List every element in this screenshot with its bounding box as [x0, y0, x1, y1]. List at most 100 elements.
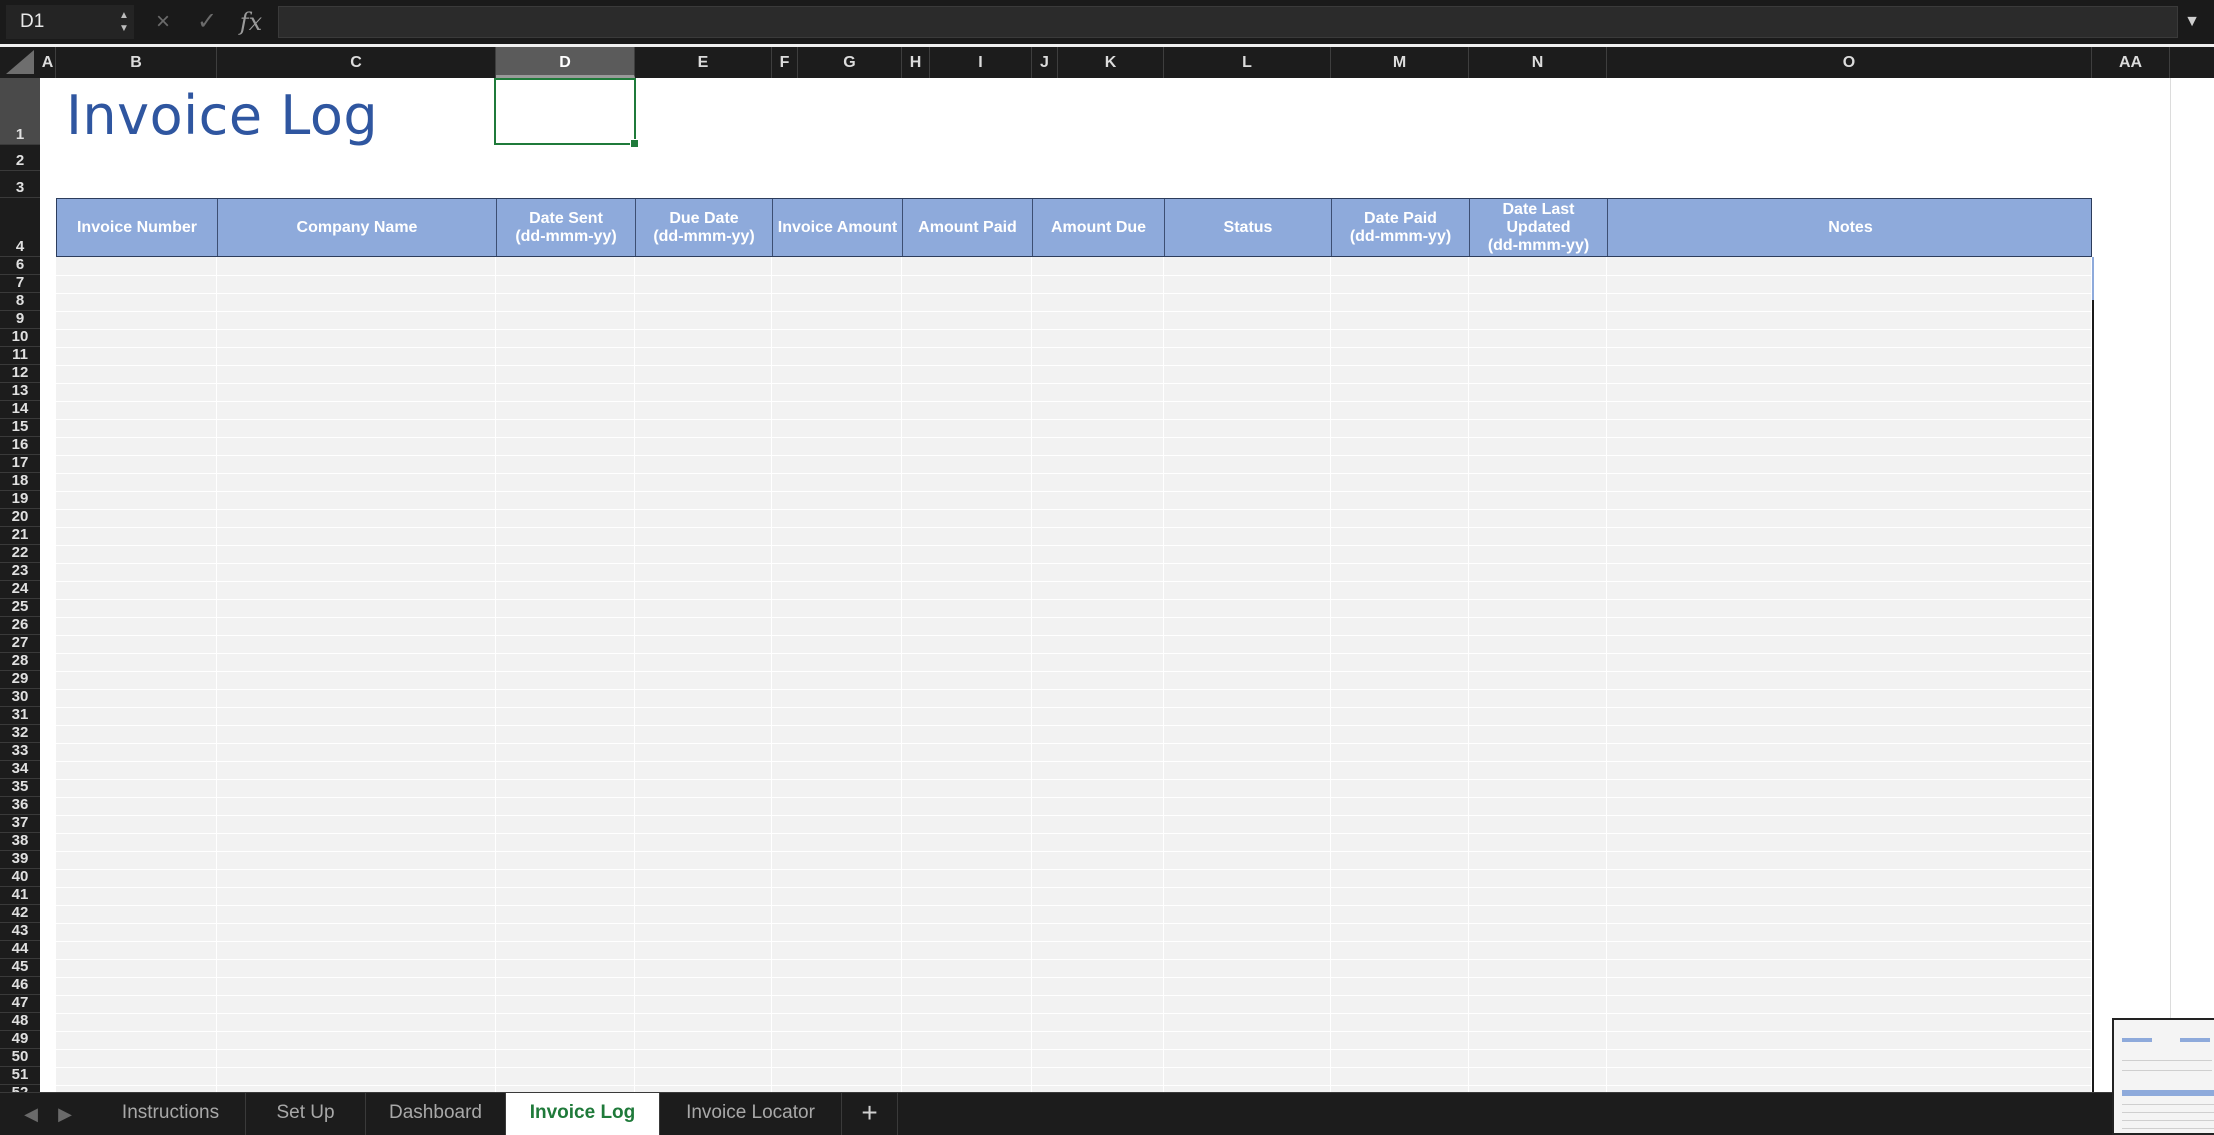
row-header-3[interactable]: 3: [0, 171, 40, 198]
row-header-9[interactable]: 9: [0, 310, 40, 329]
row-header-20[interactable]: 20: [0, 508, 40, 527]
column-header-f[interactable]: F: [772, 47, 798, 78]
table-header-cell[interactable]: Amount Due: [1033, 199, 1165, 256]
row-header-31[interactable]: 31: [0, 706, 40, 725]
row-header-14[interactable]: 14: [0, 400, 40, 419]
table-header-cell[interactable]: Status: [1165, 199, 1332, 256]
row-header-6[interactable]: 6: [0, 256, 40, 275]
table-header-cell[interactable]: Due Date (dd-mmm-yy): [636, 199, 773, 256]
column-header-j[interactable]: J: [1032, 47, 1058, 78]
row-header-24[interactable]: 24: [0, 580, 40, 599]
active-cell-selection[interactable]: [494, 78, 639, 148]
row-header-46[interactable]: 46: [0, 976, 40, 995]
row-header-23[interactable]: 23: [0, 562, 40, 581]
table-header-cell[interactable]: Date Paid (dd-mmm-yy): [1332, 199, 1470, 256]
next-sheet-icon[interactable]: ▶: [52, 1101, 78, 1127]
insert-function-icon[interactable]: fx: [238, 8, 264, 36]
row-header-35[interactable]: 35: [0, 778, 40, 797]
previous-sheet-icon[interactable]: ◀: [18, 1101, 44, 1127]
row-header-39[interactable]: 39: [0, 850, 40, 869]
column-header-h[interactable]: H: [902, 47, 930, 78]
row-header-32[interactable]: 32: [0, 724, 40, 743]
formula-input[interactable]: [278, 6, 2178, 38]
row-header-51[interactable]: 51: [0, 1066, 40, 1085]
table-header-cell[interactable]: Invoice Amount: [773, 199, 903, 256]
row-header-44[interactable]: 44: [0, 940, 40, 959]
row-header-38[interactable]: 38: [0, 832, 40, 851]
table-header-cell[interactable]: Notes: [1608, 199, 2093, 256]
row-header-50[interactable]: 50: [0, 1048, 40, 1067]
worksheet-grid[interactable]: A B C D E F G H I J K L M N O AA 1 2 3 4 6 7 8 9 10 11 12 13 14 15 16…: [0, 44, 2214, 1092]
column-header-aa[interactable]: AA: [2092, 47, 2170, 78]
row-header-15[interactable]: 15: [0, 418, 40, 437]
table-header-cell[interactable]: Amount Paid: [903, 199, 1033, 256]
row-header-1[interactable]: 1: [0, 78, 40, 145]
row-header-42[interactable]: 42: [0, 904, 40, 923]
row-header-47[interactable]: 47: [0, 994, 40, 1013]
column-header-e[interactable]: E: [635, 47, 772, 78]
row-header-12[interactable]: 12: [0, 364, 40, 383]
column-header-m[interactable]: M: [1331, 47, 1469, 78]
cancel-icon[interactable]: ×: [150, 8, 176, 36]
confirm-icon[interactable]: ✓: [194, 8, 220, 36]
row-header-2[interactable]: 2: [0, 145, 40, 171]
row-header-28[interactable]: 28: [0, 652, 40, 671]
sheet-tab-instructions[interactable]: Instructions: [96, 1093, 246, 1135]
row-header-21[interactable]: 21: [0, 526, 40, 545]
row-header-30[interactable]: 30: [0, 688, 40, 707]
sheet-tab-dashboard[interactable]: Dashboard: [366, 1093, 506, 1135]
fill-handle[interactable]: [630, 139, 639, 148]
row-header-29[interactable]: 29: [0, 670, 40, 689]
row-header-45[interactable]: 45: [0, 958, 40, 977]
column-header-b[interactable]: B: [56, 47, 217, 78]
column-header-o[interactable]: O: [1607, 47, 2092, 78]
expand-formula-bar-icon[interactable]: ▼: [2180, 8, 2204, 36]
row-header-16[interactable]: 16: [0, 436, 40, 455]
row-header-18[interactable]: 18: [0, 472, 40, 491]
row-header-11[interactable]: 11: [0, 346, 40, 365]
row-header-10[interactable]: 10: [0, 328, 40, 347]
row-header-41[interactable]: 41: [0, 886, 40, 905]
name-box-value: D1: [20, 11, 45, 32]
column-header-k[interactable]: K: [1058, 47, 1164, 78]
column-header-i[interactable]: I: [930, 47, 1032, 78]
select-all-corner-icon[interactable]: [6, 50, 34, 74]
row-header-25[interactable]: 25: [0, 598, 40, 617]
row-header-43[interactable]: 43: [0, 922, 40, 941]
row-header-22[interactable]: 22: [0, 544, 40, 563]
invoice-table-body[interactable]: [56, 257, 2092, 1092]
row-header-36[interactable]: 36: [0, 796, 40, 815]
table-header-cell[interactable]: Company Name: [218, 199, 497, 256]
row-header-7[interactable]: 7: [0, 274, 40, 293]
column-header-d[interactable]: D: [496, 47, 635, 78]
name-box-stepper-icon[interactable]: ▲ ▼: [118, 9, 130, 35]
row-header-37[interactable]: 37: [0, 814, 40, 833]
row-header-17[interactable]: 17: [0, 454, 40, 473]
row-header-52[interactable]: 52: [0, 1084, 40, 1092]
sheet-tab-invoice-locator[interactable]: Invoice Locator: [660, 1093, 842, 1135]
column-header-a[interactable]: A: [40, 47, 56, 78]
table-header-cell[interactable]: Date Last Updated (dd-mmm-yy): [1470, 199, 1608, 256]
row-header-49[interactable]: 49: [0, 1030, 40, 1049]
column-header-l[interactable]: L: [1164, 47, 1331, 78]
row-header-13[interactable]: 13: [0, 382, 40, 401]
column-header-g[interactable]: G: [798, 47, 902, 78]
row-header-4[interactable]: 4: [0, 198, 40, 257]
row-header-48[interactable]: 48: [0, 1012, 40, 1031]
sheet-tab-invoice-log[interactable]: Invoice Log: [506, 1093, 660, 1135]
sheet-preview-thumbnail[interactable]: [2112, 1018, 2214, 1135]
row-header-26[interactable]: 26: [0, 616, 40, 635]
row-header-8[interactable]: 8: [0, 292, 40, 311]
row-header-33[interactable]: 33: [0, 742, 40, 761]
name-box[interactable]: D1 ▲ ▼: [6, 5, 134, 39]
row-header-40[interactable]: 40: [0, 868, 40, 887]
add-sheet-button[interactable]: +: [842, 1093, 898, 1135]
sheet-tab-set-up[interactable]: Set Up: [246, 1093, 366, 1135]
column-header-c[interactable]: C: [217, 47, 496, 78]
table-header-cell[interactable]: Date Sent (dd-mmm-yy): [497, 199, 636, 256]
row-header-34[interactable]: 34: [0, 760, 40, 779]
row-header-19[interactable]: 19: [0, 490, 40, 509]
column-header-n[interactable]: N: [1469, 47, 1607, 78]
row-header-27[interactable]: 27: [0, 634, 40, 653]
table-header-cell[interactable]: Invoice Number: [57, 199, 218, 256]
